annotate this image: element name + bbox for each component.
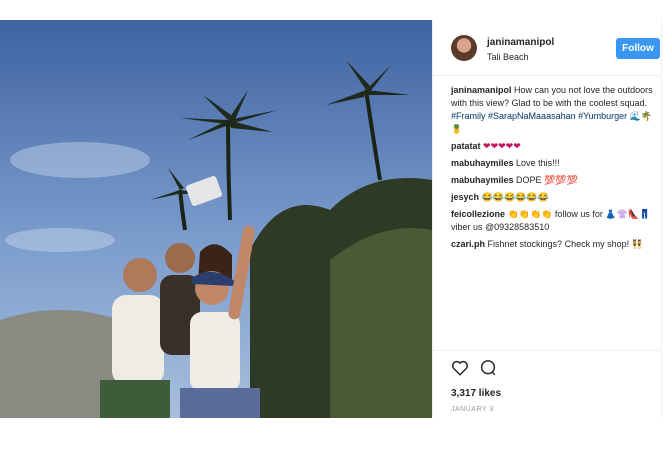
post-date: JANUARY 3 (451, 406, 494, 413)
comment-text: Love this!!! (516, 158, 560, 168)
comment-text: Fishnet stockings? Check my shop! 👯 (487, 239, 643, 249)
comment-user[interactable]: patatat (451, 141, 481, 151)
follow-button[interactable]: Follow (616, 38, 660, 59)
post-header: janinamanipol Tali Beach Follow (433, 20, 661, 76)
comment: czari.ph Fishnet stockings? Check my sho… (451, 238, 655, 251)
location[interactable]: Tali Beach (487, 52, 529, 62)
comment-text: ❤❤❤❤❤ (483, 141, 521, 151)
avatar[interactable] (451, 35, 477, 61)
comment-user[interactable]: mabuhaymiles (451, 158, 514, 168)
hashtag[interactable]: #SarapNaMaaasahan (488, 111, 576, 121)
comment-user[interactable]: feicollezione (451, 209, 505, 219)
comment: feicollezione 👏👏👏👏 follow us for 👗👚👠👖 vi… (451, 208, 655, 234)
post-footer: 3,317 likes JANUARY 3 (433, 350, 661, 419)
hashtag[interactable]: #Yumburger (578, 111, 627, 121)
post-photo[interactable] (0, 20, 432, 418)
comment-user[interactable]: czari.ph (451, 239, 485, 249)
comment-icon[interactable] (479, 359, 497, 377)
comment-text: 😂😂😂😂😂😂 (481, 192, 549, 202)
post-sidebar: janinamanipol Tali Beach Follow janinama… (432, 20, 662, 418)
heart-icon[interactable] (451, 359, 469, 377)
hashtag[interactable]: #Framily (451, 111, 486, 121)
comment: mabuhaymiles DOPE 💯💯💯 (451, 174, 655, 187)
comment: mabuhaymiles Love this!!! (451, 157, 655, 170)
comment: patatat ❤❤❤❤❤ (451, 140, 655, 153)
like-count[interactable]: 3,317 likes (451, 388, 501, 399)
caption: janinamanipol How can you not love the o… (451, 84, 655, 136)
username[interactable]: janinamanipol (487, 37, 554, 48)
caption-user[interactable]: janinamanipol (451, 85, 512, 95)
comment-user[interactable]: jesych (451, 192, 479, 202)
comments-section: janinamanipol How can you not love the o… (451, 84, 655, 255)
instagram-post: janinamanipol Tali Beach Follow janinama… (0, 20, 662, 418)
comment-user[interactable]: mabuhaymiles (451, 175, 514, 185)
comment: jesych 😂😂😂😂😂😂 (451, 191, 655, 204)
comment-text: DOPE 💯💯💯 (516, 175, 578, 185)
